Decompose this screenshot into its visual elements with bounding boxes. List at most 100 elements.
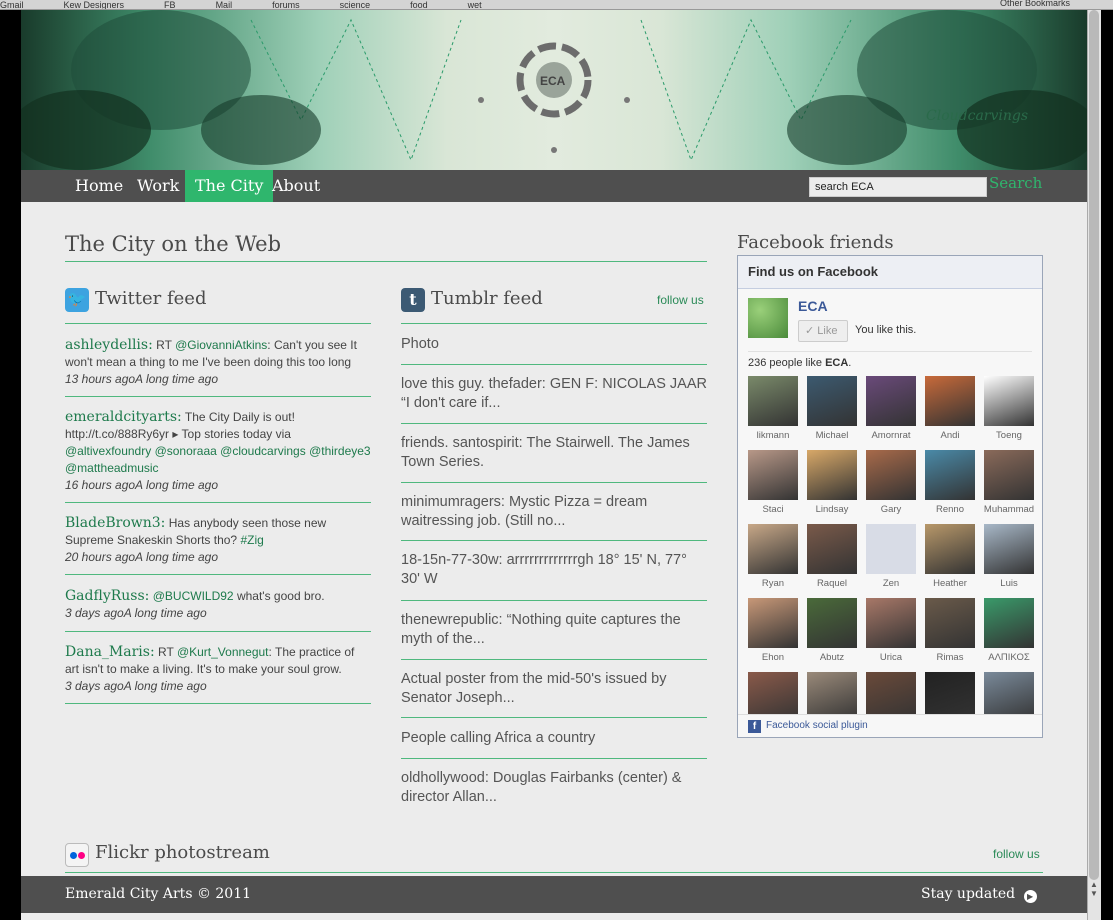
tumblr-follow-link[interactable]: follow us [657, 293, 704, 307]
facebook-friend[interactable]: Muhammad [983, 450, 1035, 515]
tweet-mention-link[interactable]: @cloudcarvings [220, 444, 306, 458]
flickr-follow-link[interactable]: follow us [993, 847, 1040, 861]
search-input[interactable] [809, 177, 987, 197]
tumblr-post-link[interactable]: oldhollywood: Douglas Fairbanks (center)… [401, 769, 707, 807]
friend-name[interactable]: Abutz [806, 652, 858, 663]
tweet-username[interactable]: GadflyRuss: [65, 588, 149, 604]
eca-page-thumbnail[interactable] [748, 298, 788, 338]
facebook-friend[interactable]: Renno [924, 450, 976, 515]
bookmark-item[interactable]: forums [272, 1, 300, 10]
friend-name[interactable]: Raquel [806, 578, 858, 589]
stay-updated-link[interactable]: Stay updated ▶ [921, 886, 1037, 903]
friend-name[interactable]: Luis [983, 578, 1035, 589]
friend-name[interactable]: Amornrat [865, 430, 917, 441]
friend-avatar[interactable] [984, 376, 1034, 426]
facebook-plugin-label[interactable]: Facebook social plugin [766, 720, 868, 731]
friend-name[interactable]: ΑΛΠΙΚΟΣ [983, 652, 1035, 663]
bookmark-item[interactable]: Other Bookmarks [1000, 0, 1070, 8]
facebook-friend[interactable]: Toeng [983, 376, 1035, 441]
facebook-friend[interactable]: Heather [924, 524, 976, 589]
bookmark-item[interactable]: Gmail [0, 1, 24, 10]
tumblr-post-link[interactable]: Photo [401, 335, 707, 354]
bookmark-item[interactable]: food [410, 1, 428, 10]
facebook-friend[interactable]: ΑΛΠΙΚΟΣ [983, 598, 1035, 663]
friend-name[interactable]: Heather [924, 578, 976, 589]
bookmark-item[interactable]: science [340, 1, 371, 10]
facebook-friend[interactable]: Raquel [806, 524, 858, 589]
facebook-friend[interactable]: Andi [924, 376, 976, 441]
tumblr-post-link[interactable]: thenewrepublic: “Nothing quite captures … [401, 611, 707, 649]
friend-avatar[interactable] [807, 598, 857, 648]
scrollbar-thumb[interactable] [1089, 10, 1099, 880]
facebook-friend[interactable]: Urica [865, 598, 917, 663]
facebook-friend[interactable]: Amornrat [865, 376, 917, 441]
friend-name[interactable]: Ehon [747, 652, 799, 663]
facebook-friend[interactable]: Ehon [747, 598, 799, 663]
tweet-username[interactable]: Dana_Maris: [65, 644, 155, 660]
search-button[interactable]: Search [989, 174, 1042, 192]
friend-avatar[interactable] [925, 524, 975, 574]
tweet-username[interactable]: BladeBrown3: [65, 515, 165, 531]
friend-name[interactable]: likmann [747, 430, 799, 441]
nav-tab-home[interactable]: Home [65, 170, 133, 202]
friend-avatar[interactable] [748, 450, 798, 500]
friend-name[interactable]: Toeng [983, 430, 1035, 441]
tumblr-post-link[interactable]: 18-15n-77-30w: arrrrrrrrrrrrrgh 18° 15' … [401, 551, 707, 589]
facebook-page-name[interactable]: ECA [798, 298, 828, 314]
friend-name[interactable]: Michael [806, 430, 858, 441]
tweet-mention-link[interactable]: @BUCWILD92 [153, 589, 234, 603]
friend-avatar[interactable] [807, 524, 857, 574]
friend-name[interactable]: Staci [747, 504, 799, 515]
facebook-friend[interactable]: Abutz [806, 598, 858, 663]
friend-name[interactable]: Gary [865, 504, 917, 515]
tweet-username[interactable]: emeraldcityarts: [65, 409, 182, 425]
friend-avatar[interactable] [807, 376, 857, 426]
tumblr-post-link[interactable]: friends. santospirit: The Stairwell. The… [401, 434, 707, 472]
friend-name[interactable]: Muhammad [983, 504, 1035, 515]
friend-name[interactable]: Renno [924, 504, 976, 515]
facebook-like-button[interactable]: ✓ Like [798, 320, 848, 342]
friend-name[interactable]: Rimas [924, 652, 976, 663]
tumblr-post-link[interactable]: minimumragers: Mystic Pizza = dream wait… [401, 493, 707, 531]
friend-avatar[interactable] [925, 376, 975, 426]
scroll-arrows-icon[interactable]: ▲ ▼ [1088, 880, 1100, 910]
friend-avatar[interactable] [984, 598, 1034, 648]
tweet-mention-link[interactable]: #Zig [240, 533, 263, 547]
facebook-friend[interactable]: Ryan [747, 524, 799, 589]
facebook-friend[interactable]: Staci [747, 450, 799, 515]
friend-avatar[interactable] [984, 450, 1034, 500]
friend-name[interactable]: Andi [924, 430, 976, 441]
tumblr-post-link[interactable]: People calling Africa a country [401, 729, 707, 748]
tumblr-post-link[interactable]: Actual poster from the mid-50's issued b… [401, 670, 707, 708]
facebook-friend[interactable]: Michael [806, 376, 858, 441]
nav-tab-about[interactable]: About [262, 170, 330, 202]
friend-avatar[interactable] [866, 450, 916, 500]
tumblr-post-link[interactable]: love this guy. thefader: GEN F: NICOLAS … [401, 375, 707, 413]
tweet-mention-link[interactable]: @thirdeye3 [309, 444, 371, 458]
nav-tab-work[interactable]: Work [127, 170, 189, 202]
friend-name[interactable]: Ryan [747, 578, 799, 589]
nav-tab-the-city[interactable]: The City [185, 170, 274, 202]
tweet-mention-link[interactable]: @mattheadmusic [65, 461, 159, 475]
tweet-mention-link[interactable]: @sonoraaa [155, 444, 217, 458]
friend-avatar[interactable] [984, 524, 1034, 574]
facebook-friend[interactable]: Gary [865, 450, 917, 515]
facebook-friend[interactable]: Rimas [924, 598, 976, 663]
bookmark-item[interactable]: Mail [216, 1, 233, 10]
friend-name[interactable]: Zen [865, 578, 917, 589]
friend-avatar[interactable] [748, 598, 798, 648]
friend-name[interactable]: Urica [865, 652, 917, 663]
friend-avatar[interactable] [925, 450, 975, 500]
friend-avatar[interactable] [748, 376, 798, 426]
bookmark-item[interactable]: wet [468, 1, 482, 10]
friend-avatar[interactable] [807, 450, 857, 500]
facebook-friend[interactable]: likmann [747, 376, 799, 441]
friend-avatar[interactable] [866, 598, 916, 648]
tweet-mention-link[interactable]: @GiovanniAtkins [175, 338, 267, 352]
friend-avatar[interactable] [866, 376, 916, 426]
tweet-mention-link[interactable]: @altivexfoundry [65, 444, 151, 458]
facebook-friend[interactable]: Zen [865, 524, 917, 589]
friend-avatar[interactable] [925, 598, 975, 648]
friend-avatar[interactable] [866, 524, 916, 574]
tweet-mention-link[interactable]: @Kurt_Vonnegut [177, 645, 269, 659]
